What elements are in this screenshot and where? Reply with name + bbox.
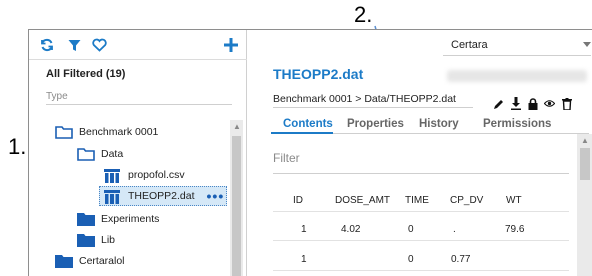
redacted-info [447, 70, 587, 82]
tree-scroll-thumb[interactable] [232, 136, 241, 276]
table-cell: 1 [301, 224, 307, 235]
more-options-icon[interactable]: ••• [207, 188, 225, 204]
detail-panel: Certara THEOPP2.dat Benchmark 0001 > Dat… [247, 30, 592, 276]
column-header[interactable]: CP_DV [450, 195, 483, 206]
callout-2: 2. [354, 2, 373, 27]
active-tab-indicator [271, 132, 333, 134]
breadcrumb-divider [273, 107, 473, 108]
dataset-table-icon [104, 168, 122, 183]
table-cell: 0.77 [451, 254, 471, 265]
folder-icon [55, 254, 73, 268]
tree-node-data[interactable]: Data [77, 144, 123, 164]
project-select[interactable]: Certara [443, 36, 591, 56]
type-placeholder: Type [46, 91, 68, 102]
table-cell: 4.02 [341, 224, 361, 235]
table-cell: . [453, 224, 456, 235]
lock-icon[interactable] [527, 97, 538, 110]
column-header[interactable]: TIME [405, 195, 429, 206]
download-icon[interactable] [510, 97, 521, 110]
file-tree: Benchmark 0001 Data propofol.csv THEOPP2… [29, 116, 229, 276]
scroll-up-icon[interactable]: ▲ [233, 122, 241, 131]
folder-outline-icon [77, 147, 95, 161]
content-scroll-thumb[interactable] [580, 148, 590, 180]
filter-count-title: All Filtered (19) [46, 68, 126, 80]
app-window: All Filtered (19) Type Benchmark 0001 Da… [28, 29, 592, 276]
refresh-icon[interactable] [39, 37, 55, 53]
tree-node-label: THEOPP2.dat [128, 190, 195, 202]
breadcrumb: Benchmark 0001 > Data/THEOPP2.dat [273, 93, 456, 105]
table-cell: 79.6 [505, 224, 525, 235]
edit-pencil-icon[interactable] [493, 97, 504, 110]
file-actions [493, 97, 572, 111]
tree-node-label: propofol.csv [128, 169, 185, 181]
tree-node-label: Data [101, 148, 124, 160]
content-filter-input[interactable]: Filter [273, 144, 569, 174]
file-browser-panel: All Filtered (19) Type Benchmark 0001 Da… [29, 30, 247, 276]
tree-node-label: Lib [101, 234, 116, 246]
tree-node-theopp2-selected[interactable]: THEOPP2.dat ••• [99, 186, 227, 206]
tree-node-propofol[interactable]: propofol.csv [104, 165, 185, 185]
column-header[interactable]: WT [506, 195, 522, 206]
heart-icon[interactable] [91, 37, 107, 53]
tree-node-benchmark[interactable]: Benchmark 0001 [55, 122, 158, 142]
dataset-table-icon [104, 189, 122, 204]
table-cell: 0 [408, 254, 414, 265]
scroll-up-icon[interactable]: ▲ [581, 136, 589, 145]
tree-node-experiments[interactable]: Experiments [77, 209, 159, 229]
tree-node-label: Experiments [101, 213, 160, 225]
tab-permissions[interactable]: Permissions [483, 118, 551, 130]
tree-node-lib[interactable]: Lib [77, 230, 115, 250]
tree-scrollbar[interactable]: ▲ [230, 120, 243, 276]
column-header[interactable]: ID [293, 195, 303, 206]
tree-node-label: Certaralol [79, 255, 125, 267]
table-row: 1 0 0.77 [273, 247, 569, 271]
tree-node-certaralol[interactable]: Certaralol [55, 251, 125, 271]
add-icon[interactable] [223, 37, 239, 53]
tab-properties[interactable]: Properties [347, 118, 404, 130]
folder-icon [77, 233, 95, 247]
folder-outline-icon [55, 125, 73, 139]
type-filter-input[interactable]: Type [46, 88, 232, 105]
tree-node-label: Benchmark 0001 [79, 126, 159, 138]
eye-icon[interactable] [544, 97, 555, 110]
detail-tabs: Contents Properties History Permissions [271, 116, 589, 134]
table-header-row: ID DOSE_AMT TIME CP_DV WT [273, 188, 569, 212]
column-header[interactable]: DOSE_AMT [335, 195, 390, 206]
trash-icon[interactable] [561, 97, 572, 110]
browser-toolbar [29, 30, 247, 60]
table-cell: 0 [408, 224, 414, 235]
tab-contents[interactable]: Contents [283, 118, 333, 130]
table-row: 1 4.02 0 . 79.6 [273, 217, 569, 241]
content-scrollbar[interactable]: ▲ [577, 134, 592, 276]
file-title: THEOPP2.dat [273, 66, 364, 82]
filter-placeholder: Filter [273, 151, 300, 165]
tab-history[interactable]: History [419, 118, 459, 130]
folder-icon [77, 212, 95, 226]
project-select-value: Certara [451, 39, 488, 51]
data-table: ID DOSE_AMT TIME CP_DV WT 1 4.02 0 . 79.… [273, 188, 569, 276]
table-cell: 1 [301, 254, 307, 265]
filter-icon[interactable] [66, 37, 82, 53]
chevron-down-icon [583, 42, 591, 47]
callout-1: 1. [8, 134, 27, 159]
